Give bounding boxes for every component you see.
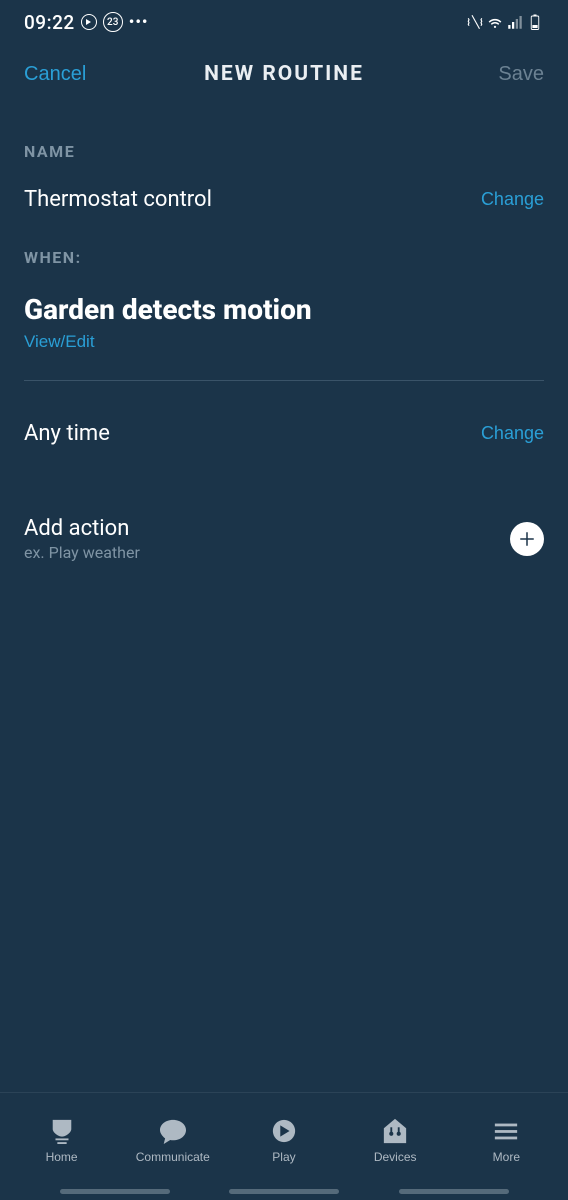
play-icon — [269, 1118, 299, 1144]
change-name-button[interactable]: Change — [481, 189, 544, 210]
routine-name-value: Thermostat control — [24, 187, 212, 212]
more-notifications-icon: ••• — [129, 14, 149, 30]
gesture-bar — [229, 1189, 339, 1194]
nav-home-label: Home — [46, 1150, 78, 1164]
status-bar: 09:22 23 ••• — [0, 0, 568, 44]
trigger-title: Garden detects motion — [24, 293, 544, 326]
status-left: 09:22 23 ••• — [24, 11, 149, 34]
signal-icon — [506, 13, 524, 31]
home-icon — [47, 1118, 77, 1144]
battery-icon — [526, 13, 544, 31]
plus-icon — [518, 530, 536, 548]
notification-count-badge: 23 — [103, 12, 123, 32]
time-condition-row: Any time Change — [24, 421, 544, 446]
nav-more-label: More — [493, 1150, 520, 1164]
nav-devices-label: Devices — [374, 1150, 417, 1164]
add-action-hint: ex. Play weather — [24, 543, 140, 562]
divider — [24, 380, 544, 381]
gesture-bar — [60, 1189, 170, 1194]
time-condition-value: Any time — [24, 421, 110, 446]
nav-devices[interactable]: Devices — [345, 1118, 445, 1164]
status-right — [466, 13, 544, 31]
add-action-button[interactable] — [510, 522, 544, 556]
nav-home[interactable]: Home — [12, 1118, 112, 1164]
chat-icon — [158, 1118, 188, 1144]
nav-communicate-label: Communicate — [136, 1150, 210, 1164]
add-action-text: Add action ex. Play weather — [24, 516, 140, 562]
add-action-title: Add action — [24, 516, 140, 541]
nav-communicate[interactable]: Communicate — [123, 1118, 223, 1164]
view-edit-button[interactable]: View/Edit — [24, 332, 95, 352]
change-time-button[interactable]: Change — [481, 423, 544, 444]
content: NAME Thermostat control Change WHEN: Gar… — [0, 104, 568, 1092]
gesture-area — [0, 1182, 568, 1200]
gesture-bar — [399, 1189, 509, 1194]
section-label-name: NAME — [24, 142, 544, 161]
nav-play-label: Play — [272, 1150, 295, 1164]
header: Cancel NEW ROUTINE Save — [0, 44, 568, 104]
wifi-icon — [486, 13, 504, 31]
menu-icon — [491, 1118, 521, 1144]
status-clock: 09:22 — [24, 11, 75, 34]
routine-name-row: Thermostat control Change — [24, 187, 544, 212]
devices-icon — [380, 1118, 410, 1144]
add-action-row[interactable]: Add action ex. Play weather — [24, 516, 544, 562]
section-label-when: WHEN: — [24, 248, 544, 267]
media-indicator-icon — [81, 14, 97, 30]
bottom-nav: Home Communicate Play Devices More — [0, 1092, 568, 1182]
vibrate-icon — [466, 13, 484, 31]
page-title: NEW ROUTINE — [104, 62, 464, 86]
cancel-button[interactable]: Cancel — [24, 63, 104, 86]
nav-play[interactable]: Play — [234, 1118, 334, 1164]
save-button[interactable]: Save — [464, 63, 544, 86]
nav-more[interactable]: More — [456, 1118, 556, 1164]
